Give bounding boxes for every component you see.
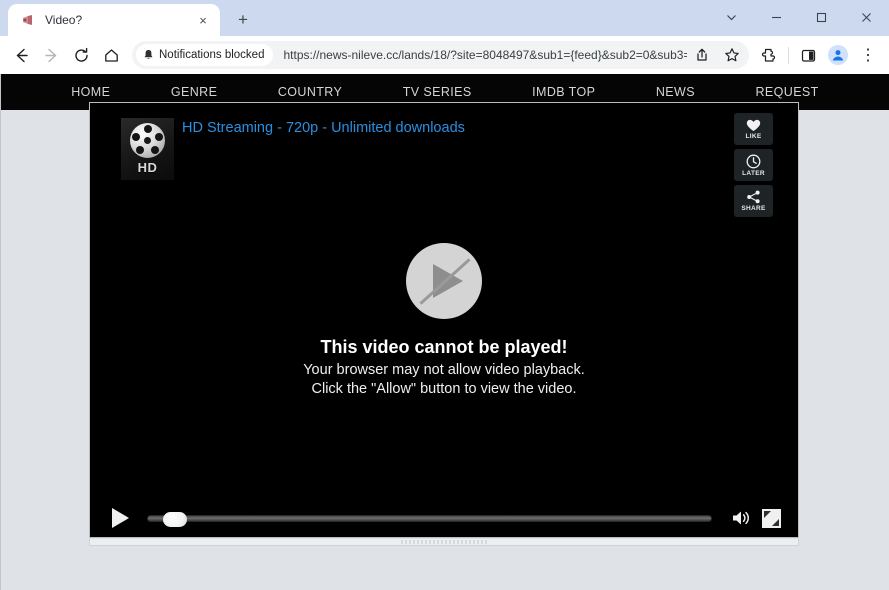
nav-item-request[interactable]: REQUEST: [755, 85, 818, 99]
close-icon[interactable]: ×: [194, 11, 212, 29]
nav-item-genre[interactable]: GENRE: [171, 85, 217, 99]
fullscreen-glyph: [761, 508, 781, 528]
nav-item-news[interactable]: NEWS: [656, 85, 695, 99]
browser-window: Video? × + Notifications blocked https:/…: [0, 0, 889, 590]
hd-badge: HD: [137, 160, 158, 175]
address-bar[interactable]: Notifications blocked https://news-nilev…: [132, 41, 749, 69]
video-favicon: [20, 12, 36, 28]
nav-item-country[interactable]: COUNTRY: [278, 85, 342, 99]
error-headline: This video cannot be played!: [320, 337, 568, 357]
new-tab-button[interactable]: +: [229, 6, 257, 34]
fullscreen-icon[interactable]: [756, 505, 786, 531]
url-text[interactable]: https://news-nileve.cc/lands/18/?site=80…: [283, 48, 687, 62]
star-icon[interactable]: [717, 40, 747, 70]
disabled-play-icon[interactable]: [406, 243, 482, 319]
video-title-link[interactable]: HD Streaming - 720p - Unlimited download…: [182, 120, 465, 136]
puzzle-icon[interactable]: [754, 40, 784, 70]
home-icon[interactable]: [96, 40, 126, 70]
progress-handle[interactable]: [163, 511, 187, 527]
back-icon[interactable]: [6, 40, 36, 70]
share-button[interactable]: SHARE: [734, 185, 773, 217]
notifications-blocked-label: Notifications blocked: [159, 49, 265, 61]
browser-tab[interactable]: Video? ×: [8, 4, 220, 36]
minimize-icon[interactable]: [754, 0, 799, 34]
chevron-down-icon[interactable]: [709, 0, 754, 34]
error-line-1: Your browser may not allow video playbac…: [303, 362, 585, 378]
omnibox-actions: [687, 40, 749, 70]
share-icon[interactable]: [687, 40, 717, 70]
browser-toolbar: Notifications blocked https://news-nilev…: [0, 36, 889, 74]
clock-icon: [746, 154, 761, 168]
progress-slider[interactable]: [147, 511, 712, 527]
video-thumbnail[interactable]: HD: [121, 118, 174, 180]
share-network-icon: [747, 190, 760, 204]
film-reel-icon: [130, 123, 165, 158]
like-button[interactable]: LIKE: [734, 113, 773, 145]
browser-menu-icon[interactable]: ⋮: [853, 40, 883, 70]
play-icon[interactable]: [112, 508, 129, 528]
player-header: HD HD Streaming - 720p - Unlimited downl…: [90, 103, 798, 217]
window-controls: [709, 0, 889, 34]
watch-later-button[interactable]: LATER: [734, 149, 773, 181]
tab-title: Video?: [45, 13, 83, 27]
page-viewport: HOME GENRE COUNTRY TV SERIES IMDB TOP NE…: [0, 74, 889, 590]
error-line-2: Click the "Allow" button to view the vid…: [311, 381, 577, 397]
progress-track: [147, 514, 712, 522]
side-panel-icon[interactable]: [793, 40, 823, 70]
forward-icon[interactable]: [36, 40, 66, 70]
share-label: SHARE: [741, 205, 766, 212]
player-bottom-strip: [89, 539, 799, 546]
playback-error-overlay: This video cannot be played! Your browse…: [90, 243, 798, 399]
later-label: LATER: [742, 169, 765, 177]
avatar: [828, 45, 848, 65]
toolbar-divider: [788, 46, 789, 64]
player-action-buttons: LIKE LATER SHARE: [734, 113, 773, 217]
tab-strip: Video? × +: [0, 0, 889, 36]
heart-icon: [746, 119, 761, 131]
close-icon[interactable]: [844, 0, 889, 34]
video-player[interactable]: HD HD Streaming - 720p - Unlimited downl…: [89, 102, 799, 538]
profile-icon[interactable]: [823, 40, 853, 70]
nav-item-home[interactable]: HOME: [71, 85, 110, 99]
player-controls: [90, 499, 798, 537]
like-label: LIKE: [745, 132, 762, 140]
maximize-icon[interactable]: [799, 0, 844, 34]
volume-icon[interactable]: [726, 505, 756, 531]
nav-item-tv-series[interactable]: TV SERIES: [403, 85, 472, 99]
bell-icon: [144, 50, 153, 59]
notifications-blocked-chip[interactable]: Notifications blocked: [136, 44, 274, 66]
reload-icon[interactable]: [66, 40, 96, 70]
resize-hint: [401, 540, 487, 544]
nav-item-imdb-top[interactable]: IMDB TOP: [532, 85, 595, 99]
